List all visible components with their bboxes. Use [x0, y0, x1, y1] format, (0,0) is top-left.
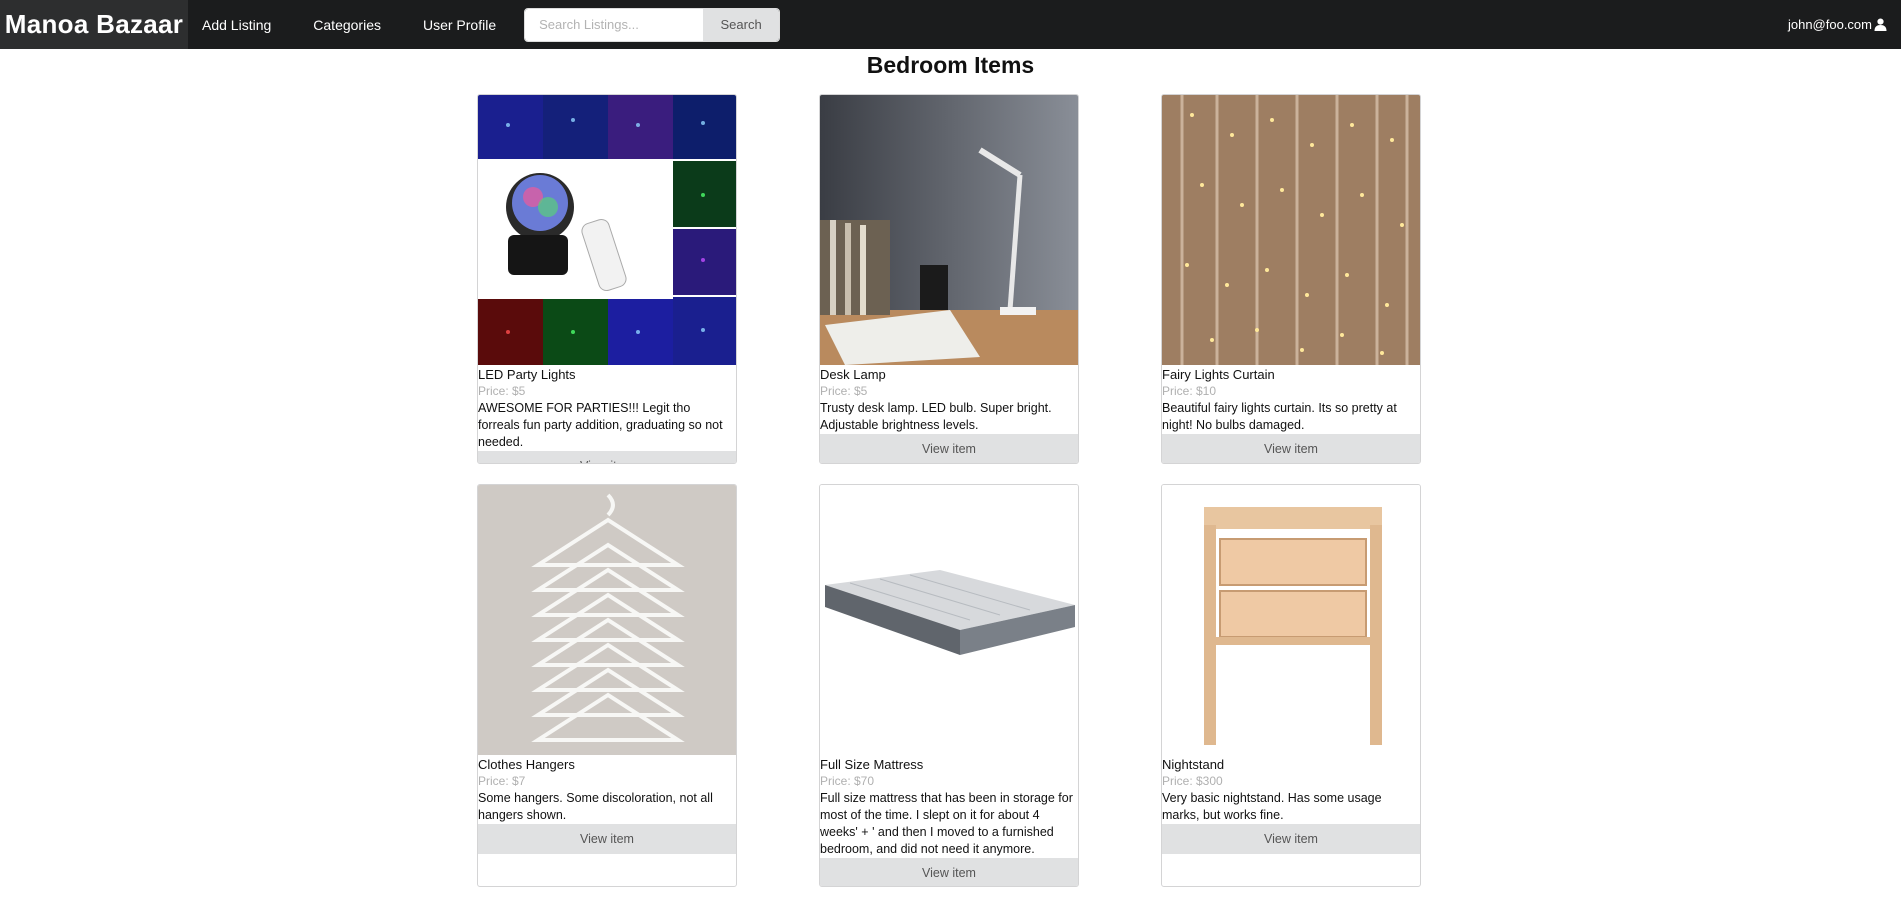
item-price: Price: $7 [478, 774, 526, 788]
top-navbar: Manoa Bazaar Add Listing Categories User… [0, 0, 1901, 49]
search-button[interactable]: Search [703, 8, 780, 41]
item-image [1162, 95, 1420, 365]
item-image [820, 95, 1078, 365]
desk-lamp-image [820, 95, 1078, 365]
item-name: Desk Lamp [820, 367, 886, 382]
view-item-button[interactable]: View item [1162, 824, 1420, 854]
item-card: Desk Lamp Price: $5 Trusty desk lamp. LE… [819, 94, 1079, 464]
item-image [820, 485, 1078, 755]
item-name: Clothes Hangers [478, 757, 575, 772]
nav-user-profile[interactable]: User Profile [409, 17, 510, 33]
item-description: Beautiful fairy lights curtain. Its so p… [1162, 401, 1397, 432]
item-image [478, 485, 736, 755]
view-item-button[interactable]: View item [820, 434, 1078, 463]
view-item-button[interactable]: View item [820, 858, 1078, 886]
view-item-button[interactable]: View item [1162, 434, 1420, 463]
nav-categories[interactable]: Categories [299, 17, 395, 33]
user-email: john@foo.com [1787, 17, 1872, 32]
user-menu[interactable]: john@foo.com [1788, 0, 1887, 49]
item-price: Price: $5 [820, 384, 868, 398]
item-description: Trusty desk lamp. LED bulb. Super bright… [820, 401, 1052, 432]
item-card: Full Size Mattress Price: $70 Full size … [819, 484, 1079, 887]
item-price: Price: $70 [820, 774, 875, 788]
page-title: Bedroom Items [866, 52, 1035, 78]
item-name: Full Size Mattress [820, 757, 924, 772]
item-price: Price: $300 [1162, 774, 1223, 788]
item-card: Clothes Hangers Price: $7 Some hangers. … [477, 484, 737, 887]
nav-add-listing[interactable]: Add Listing [188, 17, 285, 33]
view-item-button[interactable]: View item [478, 824, 736, 854]
item-image [1162, 485, 1420, 755]
item-name: Fairy Lights Curtain [1162, 367, 1275, 382]
fairy-lights-image [1162, 95, 1420, 365]
view-item-button[interactable]: View item [478, 451, 736, 463]
party-lights-image [478, 95, 736, 365]
item-card: Nightstand Price: $300 Very basic nights… [1161, 484, 1421, 887]
item-image [478, 95, 736, 365]
item-name: Nightstand [1162, 757, 1225, 772]
clothes-hangers-image [478, 485, 736, 755]
search-input[interactable] [525, 8, 704, 41]
item-description: AWESOME FOR PARTIES!!! Legit tho forreal… [478, 401, 723, 449]
item-description: Very basic nightstand. Has some usage ma… [1162, 791, 1382, 822]
item-price: Price: $5 [478, 384, 526, 398]
mattress-image [820, 485, 1078, 755]
item-description: Some hangers. Some discoloration, not al… [478, 791, 713, 822]
item-name: LED Party Lights [478, 367, 576, 382]
brand-logo[interactable]: Manoa Bazaar [0, 0, 188, 49]
item-price: Price: $10 [1162, 384, 1217, 398]
user-icon [1874, 18, 1887, 31]
search-bar: Search [524, 7, 781, 42]
item-description: Full size mattress that has been in stor… [820, 791, 1073, 856]
item-card: Fairy Lights Curtain Price: $10 Beautifu… [1161, 94, 1421, 464]
nightstand-image [1162, 485, 1420, 755]
item-card: LED Party Lights Price: $5 AWESOME FOR P… [477, 94, 737, 464]
